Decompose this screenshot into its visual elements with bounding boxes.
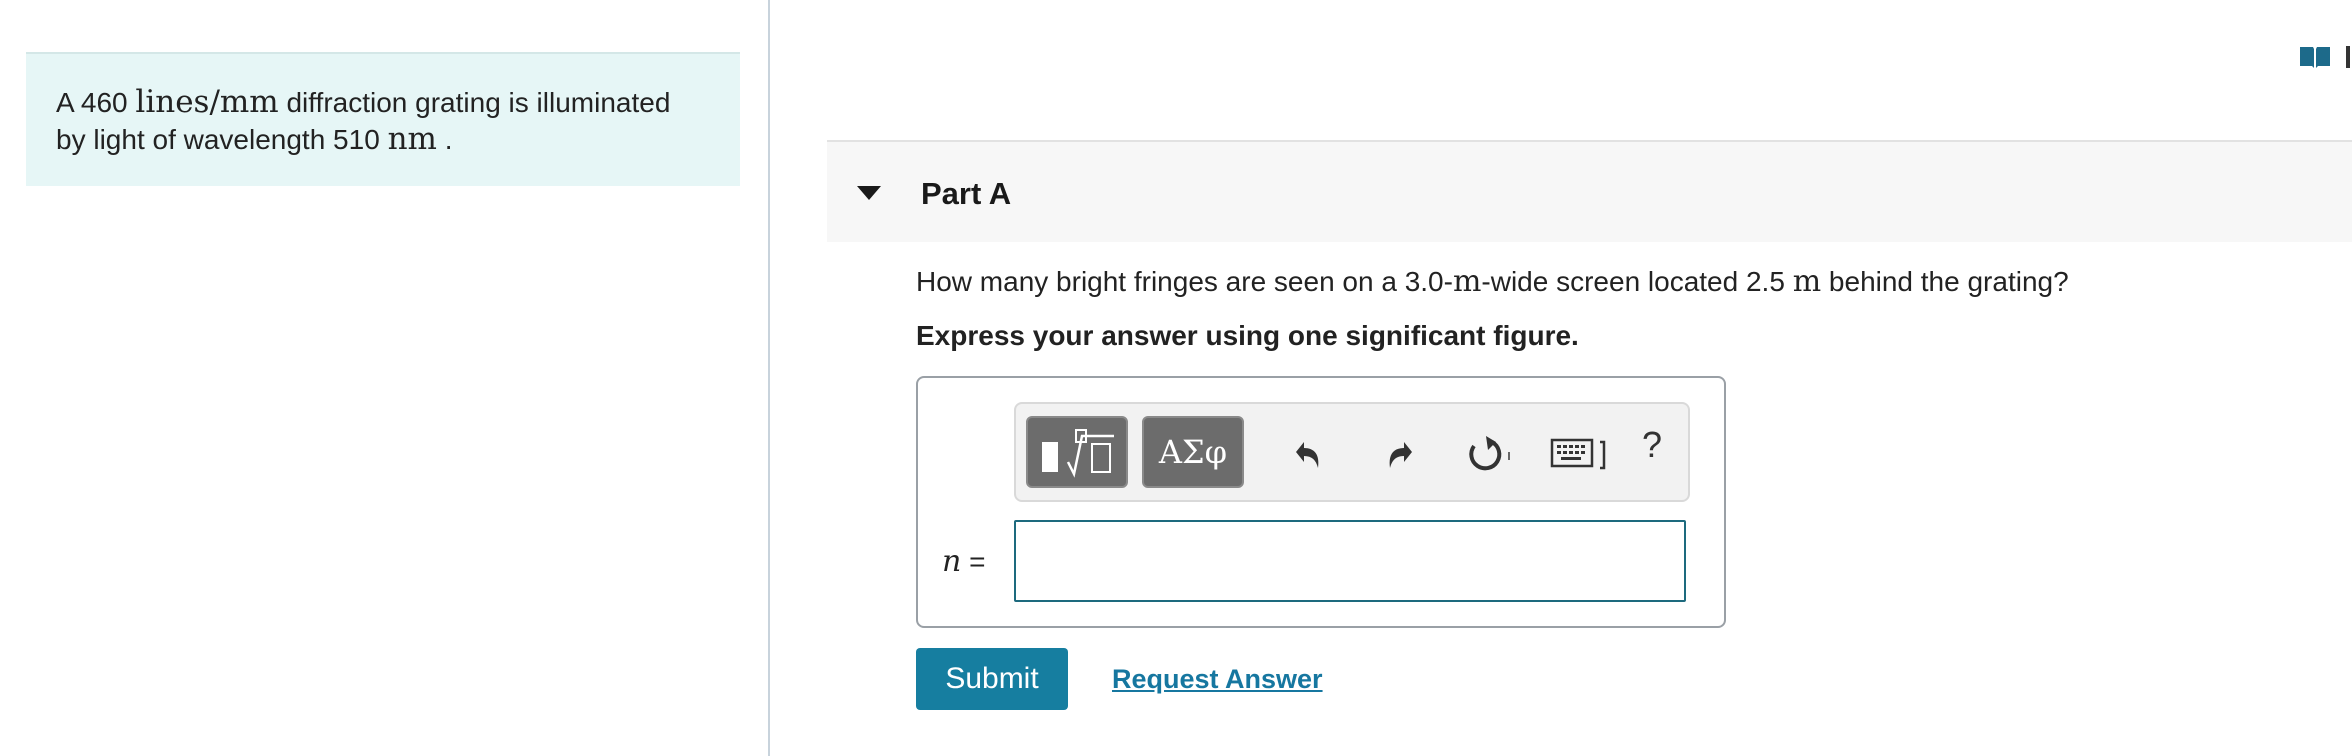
templates-icon — [1042, 429, 1114, 478]
redo-icon[interactable] — [1376, 432, 1420, 476]
instruction-text: Express your answer using one significan… — [916, 320, 1579, 351]
book-icon[interactable] — [2298, 44, 2332, 70]
question-prefix: How many bright fringes are seen on a 3.… — [916, 266, 1453, 297]
templates-button[interactable] — [1026, 416, 1128, 488]
keyboard-icon[interactable] — [1550, 432, 1612, 476]
panel-divider — [768, 0, 770, 756]
submit-button[interactable]: Submit — [916, 648, 1068, 710]
answer-variable: n — [942, 544, 962, 579]
problem-panel: A 460 lines/mm diffraction grating is il… — [0, 0, 768, 756]
intro-unit-nm: nm — [387, 121, 437, 157]
math-toolbar: ΑΣφ ? — [1014, 402, 1690, 502]
question-unit-m: m — [1452, 264, 1482, 299]
reset-icon[interactable] — [1462, 432, 1512, 476]
problem-intro: A 460 lines/mm diffraction grating is il… — [26, 52, 740, 186]
undo-icon[interactable] — [1288, 432, 1332, 476]
intro-line2-suffix: . — [436, 124, 453, 155]
collapse-caret-icon[interactable] — [857, 186, 881, 200]
greek-symbols-button[interactable]: ΑΣφ — [1142, 416, 1244, 488]
question-suffix: behind the grating? — [1821, 266, 2069, 297]
intro-line2-prefix: by light of wavelength 510 — [56, 124, 388, 155]
request-answer-link[interactable]: Request Answer — [1112, 664, 1323, 695]
edge-indicator — [2346, 46, 2350, 68]
question-text: How many bright fringes are seen on a 3.… — [916, 264, 2069, 299]
part-title: Part A — [921, 176, 1012, 211]
question-unit-m-2: m — [1792, 264, 1822, 299]
answer-equals: = — [961, 546, 986, 577]
part-a-header[interactable]: Part A — [827, 140, 2352, 242]
question-mid: -wide screen located 2.5 — [1481, 266, 1793, 297]
intro-unit-lines-per-mm: lines/mm — [135, 84, 279, 120]
intro-text-prefix: A 460 — [56, 87, 136, 118]
help-button[interactable]: ? — [1642, 424, 1662, 466]
answer-label: n = — [942, 544, 985, 579]
intro-text-mid: diffraction grating is illuminated — [278, 87, 671, 118]
answer-input[interactable] — [1014, 520, 1686, 602]
answer-box: ΑΣφ ? n = — [916, 376, 1726, 628]
